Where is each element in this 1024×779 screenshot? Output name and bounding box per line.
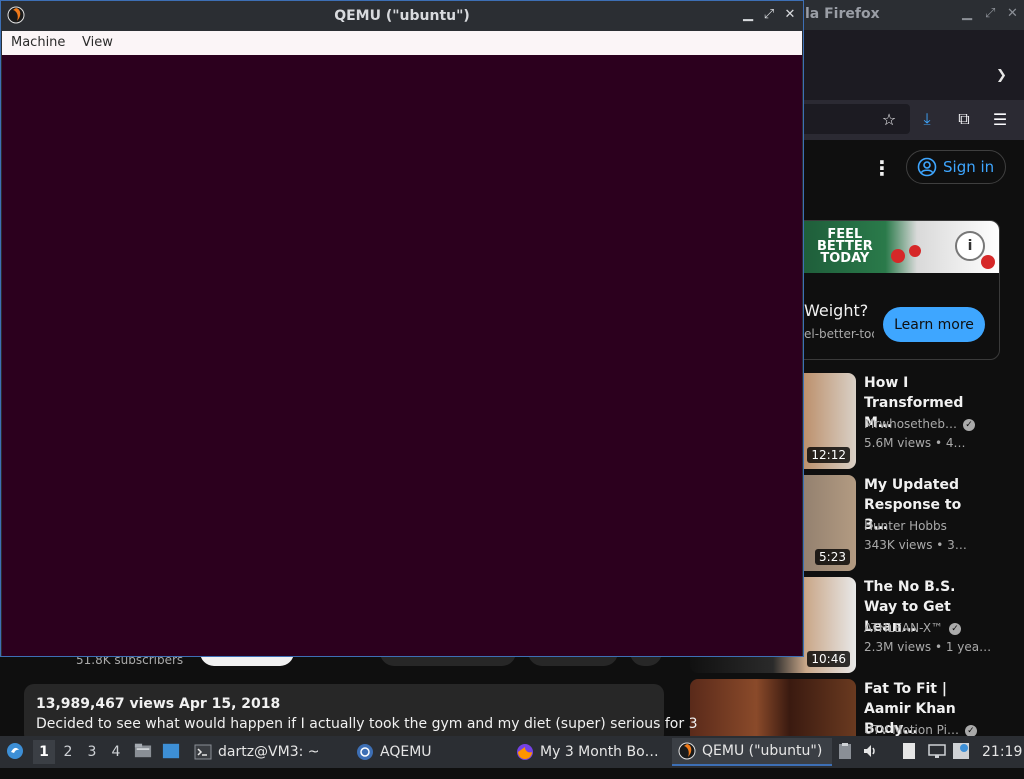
task-qemu[interactable]: QEMU ("ubuntu") [672, 738, 832, 766]
workspace-1[interactable]: 1 [33, 740, 55, 764]
verified-icon: ✓ [949, 622, 962, 635]
ad-url: el-better-toda [804, 327, 874, 341]
task-label: My 3 Month Bo… [540, 744, 659, 760]
qemu-titlebar[interactable]: QEMU ("ubuntu") ▁ ⤢ ✕ [1, 1, 803, 31]
clipboard-icon[interactable] [836, 742, 854, 760]
verified-icon: ✓ [964, 724, 977, 737]
channel-name: Hunter Hobbs [864, 519, 947, 533]
qemu-window: QEMU ("ubuntu") ▁ ⤢ ✕ Machine View [0, 0, 804, 657]
ad-banner-text: FEEL BETTER TODAY [817, 227, 873, 266]
firefox-icon [517, 744, 533, 760]
task-firefox[interactable]: My 3 Month Bo… [516, 738, 668, 766]
bookmark-star-icon[interactable]: ☆ [878, 108, 900, 130]
volume-icon[interactable] [862, 742, 880, 760]
extensions-puzzle-icon[interactable]: ⧉ [953, 108, 975, 130]
ad-banner-image: FEEL BETTER TODAY i [791, 221, 999, 273]
ad-tomato [891, 249, 905, 263]
video-duration: 5:23 [815, 549, 850, 565]
video-description: Decided to see what would happen if I ac… [36, 716, 698, 732]
qemu-menubar: Machine View [2, 31, 802, 55]
notes-icon[interactable] [900, 742, 918, 760]
workspace-2[interactable]: 2 [57, 740, 79, 764]
task-label: AQEMU [380, 744, 432, 760]
file-manager-icon[interactable] [134, 741, 152, 759]
task-terminal[interactable]: dartz@VM3: ~ [194, 738, 344, 766]
maximize-icon[interactable]: ⤢ [762, 7, 776, 22]
downloads-icon[interactable]: ⤓ [916, 108, 938, 130]
account-icon [917, 157, 937, 177]
network-icon[interactable] [928, 742, 946, 760]
show-desktop-icon[interactable] [162, 742, 180, 760]
task-label: dartz@VM3: ~ [218, 744, 320, 760]
menu-view[interactable]: View [82, 35, 113, 50]
video-meta: 2.3M views • 1 yea… [864, 640, 992, 654]
firefox-close-icon[interactable]: ✕ [1007, 6, 1018, 21]
more-options-icon[interactable]: ⋮ [872, 156, 892, 180]
ad-title: Weight? [804, 301, 869, 320]
task-aqemu[interactable]: AQEMU [356, 738, 506, 766]
menu-machine[interactable]: Machine [11, 35, 65, 50]
update-notifier-icon[interactable] [952, 742, 970, 760]
sign-in-label: Sign in [943, 158, 995, 176]
task-label: QEMU ("ubuntu") [702, 743, 823, 759]
learn-more-button[interactable]: Learn more [883, 307, 985, 342]
qemu-display[interactable] [2, 55, 802, 656]
qemu-icon [678, 742, 696, 760]
tab-list-chevron-down-icon[interactable]: ❯ [996, 68, 1007, 83]
ad-tomato [909, 245, 921, 257]
video-meta: 343K views • 3… [864, 538, 967, 552]
description-box[interactable] [24, 684, 664, 744]
terminal-icon [194, 744, 212, 760]
workspace-4[interactable]: 4 [105, 740, 127, 764]
clock: 21:19 [982, 744, 1023, 760]
ad-info-icon[interactable]: i [955, 231, 985, 261]
video-meta: 5.6M views • 4… [864, 436, 966, 450]
video-duration: 12:12 [807, 447, 850, 463]
views-and-date: 13,989,467 views Apr 15, 2018 [36, 696, 281, 712]
video-duration: 10:46 [807, 651, 850, 667]
video-thumbnail[interactable] [690, 679, 856, 736]
close-icon[interactable]: ✕ [783, 7, 797, 22]
ad-card[interactable]: FEELBETTERTODAY i Weight? el-better-toda… [790, 220, 1000, 360]
ad-tomato [981, 255, 995, 269]
sign-in-button[interactable]: Sign in [906, 150, 1006, 184]
hamburger-menu-icon[interactable]: ☰ [989, 108, 1011, 130]
channel-name: UTV Motion Pi… ✓ [864, 723, 977, 737]
qemu-window-title: QEMU ("ubuntu") [334, 8, 470, 24]
verified-icon: ✓ [963, 418, 975, 431]
channel-name: Mrwhosetheb… ✓ [864, 417, 975, 431]
minimize-icon[interactable]: ▁ [741, 7, 755, 22]
aqemu-icon [357, 744, 373, 760]
workspace-3[interactable]: 3 [81, 740, 103, 764]
firefox-minimize-icon[interactable]: ▁ [962, 6, 972, 21]
firefox-maximize-icon[interactable]: ⤢ [985, 6, 995, 21]
firefox-window-title: la Firefox [805, 6, 880, 22]
start-menu-icon[interactable] [6, 742, 24, 760]
channel-name: ATHLEAN-X™ ✓ [864, 621, 962, 635]
